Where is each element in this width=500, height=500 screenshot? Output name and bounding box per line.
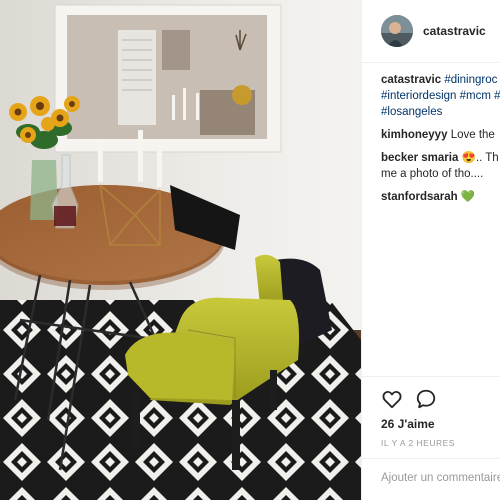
header-username[interactable]: catastravic: [423, 24, 486, 38]
comment-text: 😍.. Th: [461, 152, 499, 164]
comment-username[interactable]: becker smaria: [381, 152, 458, 164]
comment-item: stanfordsarah 💚: [381, 189, 500, 205]
avatar[interactable]: [381, 15, 413, 47]
comment-list: catastravic #diningroc #interiordesign #…: [381, 72, 500, 212]
comment-username[interactable]: kimhoneyyy: [381, 129, 447, 141]
post-sidebar: catastravic catastravic #diningroc #inte…: [361, 0, 500, 500]
heart-outline-icon: [382, 391, 402, 409]
post-timestamp: IL Y A 2 HEURES: [381, 438, 455, 448]
divider: [362, 376, 500, 377]
like-button[interactable]: [381, 388, 405, 412]
like-count[interactable]: 26 J'aime: [381, 417, 435, 431]
speech-bubble-icon: [416, 389, 436, 409]
hashtag-losangeles[interactable]: #losangeles: [381, 106, 442, 118]
comment-item: becker smaria 😍.. Th me a photo of tho..…: [381, 150, 500, 182]
comment-item: kimhoneyyy Love the: [381, 127, 500, 143]
comment-button[interactable]: [415, 388, 439, 412]
add-comment-input[interactable]: Ajouter un commentaire: [381, 472, 500, 484]
comment-text-continued: me a photo of tho....: [381, 168, 484, 180]
comment-text: 💚: [460, 191, 476, 203]
comment-text: Love the: [450, 129, 495, 141]
caption-username[interactable]: catastravic: [381, 74, 441, 86]
comment-username[interactable]: stanfordsarah: [381, 191, 458, 203]
post-photo[interactable]: [0, 0, 361, 500]
dining-room-photo: [0, 0, 361, 500]
post-header: catastravic: [362, 0, 500, 63]
avatar-image: [381, 15, 413, 47]
hashtag-interiordesign[interactable]: #interiordesign #mcm #: [381, 90, 500, 102]
caption: catastravic #diningroc #interiordesign #…: [381, 72, 500, 120]
hashtag-diningroom[interactable]: #diningroc: [444, 74, 497, 86]
divider: [362, 458, 500, 459]
